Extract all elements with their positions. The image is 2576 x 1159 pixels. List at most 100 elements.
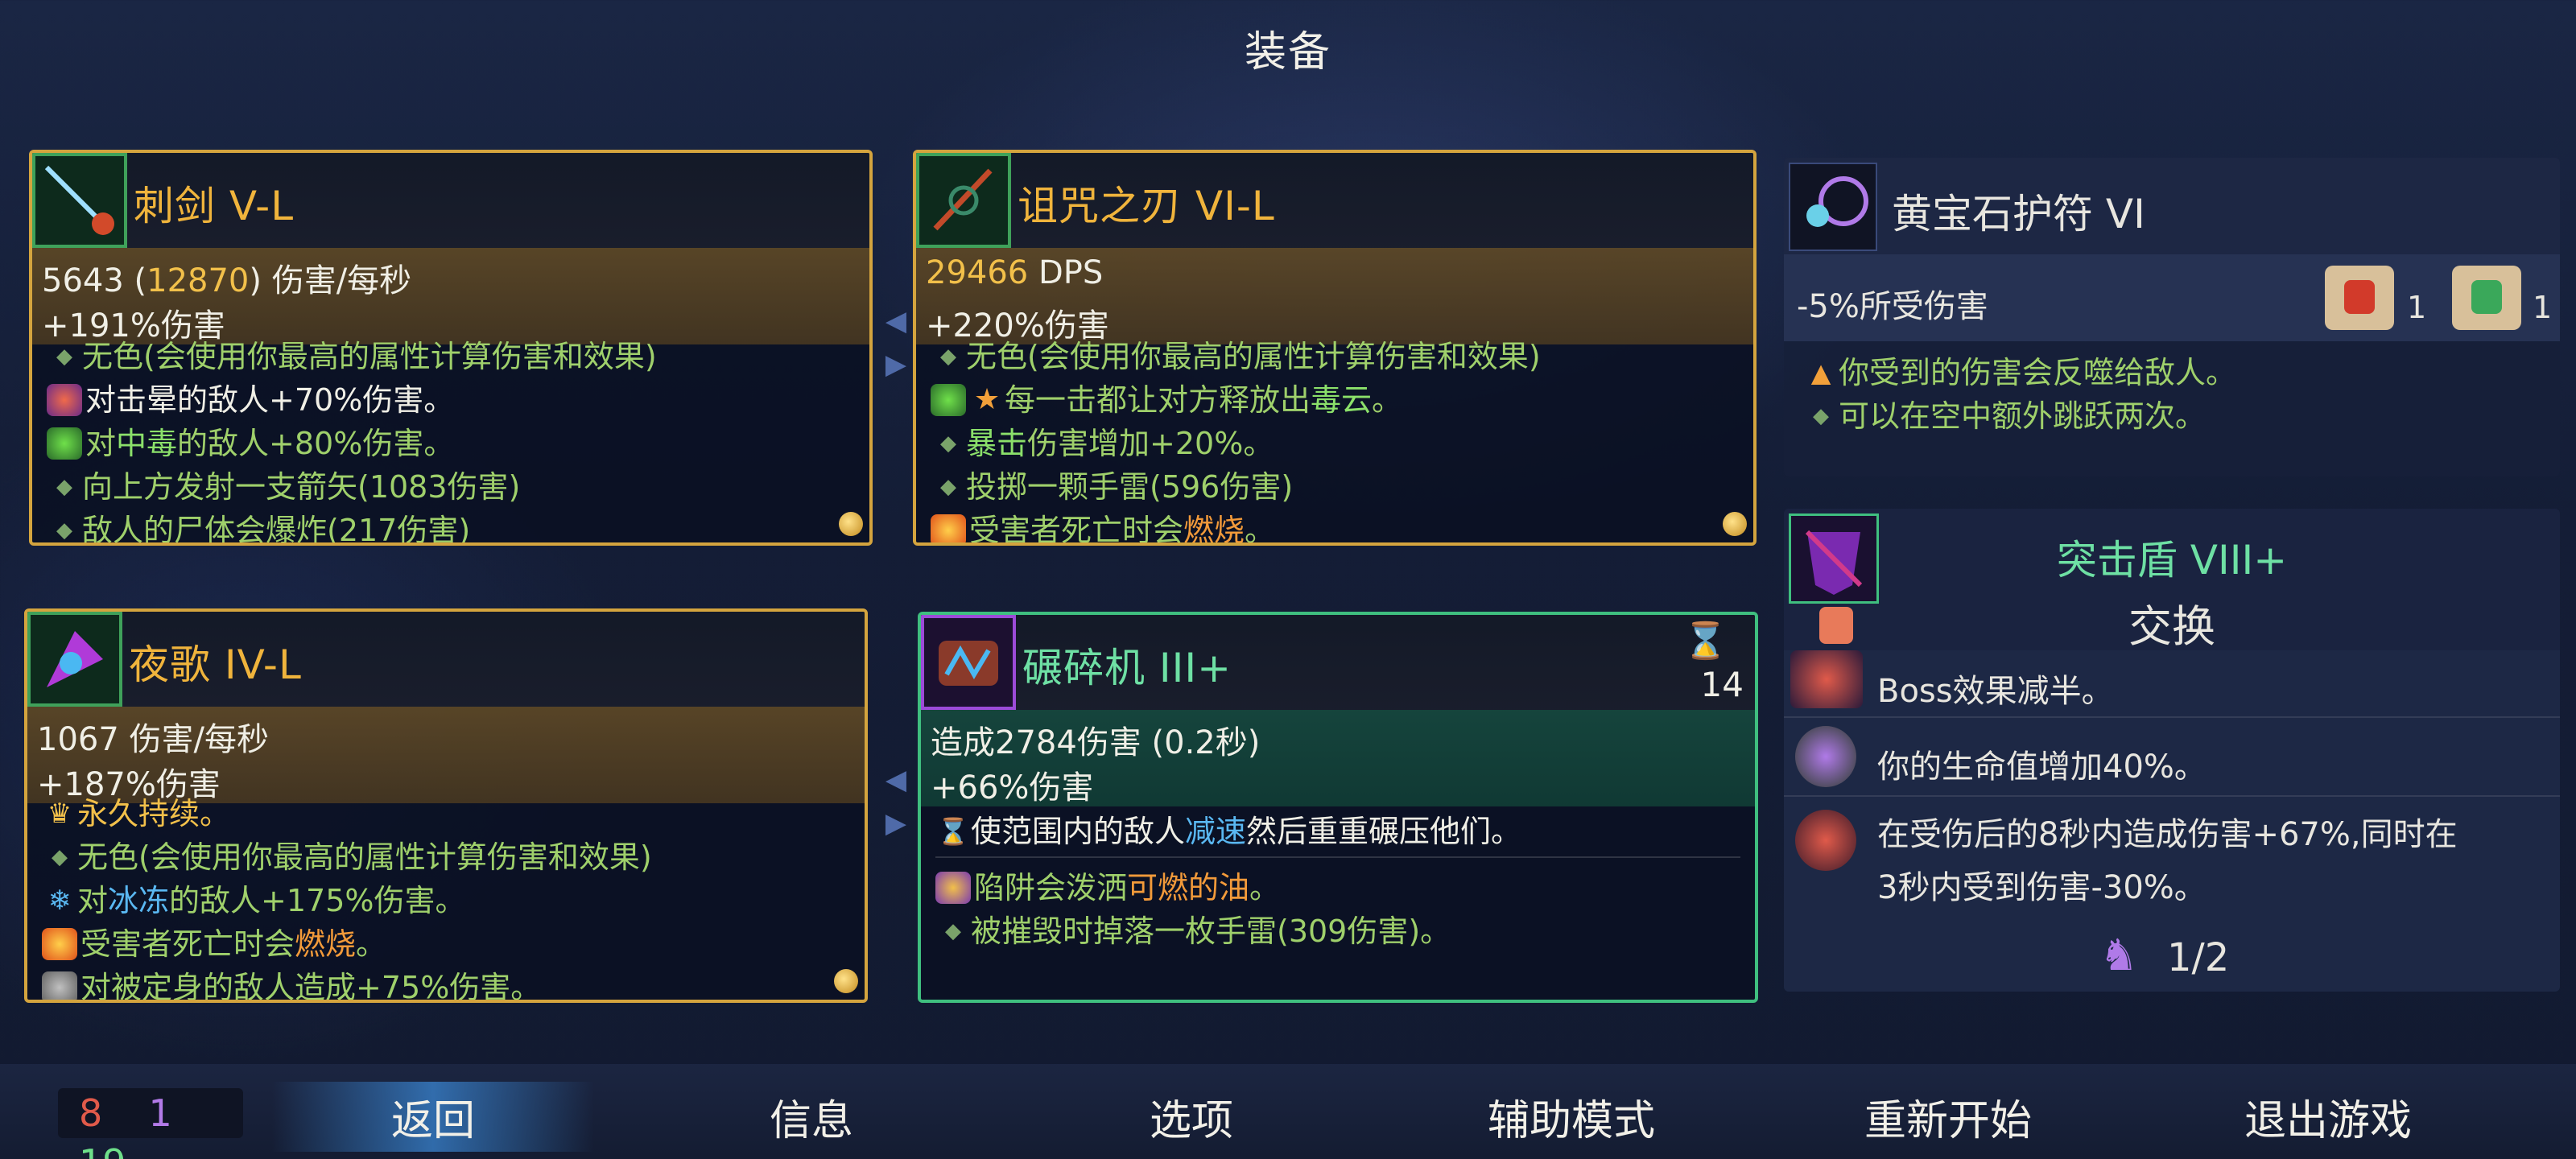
weapon-card-rapier[interactable]: 刺剑 V-L 5643 (12870) 伤害/每秒 +191%伤害 ◆ 无色(会使… — [29, 150, 873, 546]
brutality-count: 8 — [79, 1091, 103, 1135]
cooldown-value: 14 — [1700, 665, 1744, 704]
weapon-effect: 受害者死亡时会 燃烧。 — [931, 509, 1739, 542]
mutation-health-text: 你的生命值增加40%。 — [1877, 749, 2207, 786]
shield-name: 突击盾 VIII+ — [2056, 537, 2288, 584]
amulet-stat: -5%所受伤害 — [1797, 288, 1988, 325]
skill-name: 碾碎机 III+ — [1022, 645, 1232, 691]
bullet-icon: ◆ — [56, 344, 72, 369]
skill-effect: ⌛ 使范围内的敌人 减速 然后重重碾压他们。 — [935, 806, 1740, 858]
mutation-health-icon — [1795, 726, 1856, 787]
weapon-header: 夜歌 IV-L — [27, 612, 865, 707]
weapon-stats: 5643 (12870) 伤害/每秒 +191%伤害 — [32, 248, 869, 344]
mutation-rage-text: 在受伤后的8秒内造成伤害+67%,同时在 3秒内受到伤害-30%。 — [1877, 816, 2458, 906]
amulet-panel[interactable]: 黄宝石护符 VI -5%所受伤害 1 1 ▲ 你受到的伤害会反噬给敌人。 ◆ 可以在… — [1784, 158, 2560, 476]
menu-quit-button[interactable]: 退出游戏 — [2199, 1087, 2457, 1147]
bullet-icon: ◆ — [945, 919, 961, 943]
bullet-icon: ◆ — [52, 845, 68, 869]
mutation-rage-icon — [1795, 810, 1856, 871]
menu-info-button[interactable]: 信息 — [683, 1087, 940, 1147]
shield-swap-panel[interactable]: 突击盾 VIII+ 交换 Boss效果减半。 你的生命值增加40%。 在受伤后的… — [1784, 509, 2560, 992]
lock-icon — [42, 971, 77, 1000]
weapon-effect: ◆ 向上方发射一支箭矢(1083伤害) — [47, 465, 855, 509]
weapon-effect: 对中毒 的敌人+80%伤害。 — [47, 422, 855, 465]
weapon-card-cursed-sword[interactable]: 诅咒之刃 VI-L 29466 DPS +220%伤害 ◆ 无色(会使用你最高的属… — [913, 150, 1757, 546]
menu-options-button[interactable]: 选项 — [1063, 1087, 1320, 1147]
weapon-stats: 1067 伤害/每秒 +187%伤害 — [27, 707, 865, 803]
skill-effect: 陷阱会泼洒 可燃的油。 — [935, 866, 1740, 909]
mutation-boss-text: Boss效果减半。 — [1877, 673, 2114, 710]
bullet-icon: ◆ — [940, 344, 956, 369]
bullet-icon: ◆ — [56, 518, 72, 542]
hourglass-small-icon: ⌛ — [937, 816, 969, 847]
weapon-effect: ◆ 敌人的尸体会爆炸(217伤害) — [47, 509, 855, 542]
swap-arrow-left-icon: ◀ — [885, 305, 907, 337]
corner-gem-icon — [1723, 512, 1747, 536]
stun-icon — [47, 384, 82, 416]
weapon-name: 刺剑 V-L — [134, 183, 295, 229]
weapon-effect: 受害者死亡时会 燃烧。 — [42, 922, 850, 966]
weapon-name: 诅咒之刃 VI-L — [1018, 183, 1275, 229]
mutation-slots: 1/2 — [2167, 935, 2230, 980]
amulet-icon — [1789, 163, 1877, 251]
skill-card-crusher[interactable]: 碾碎机 III+ ⌛ 14 造成2784伤害 (0.2秒) +66%伤害 ⌛ 使范… — [918, 612, 1758, 1003]
bullet-icon: ◆ — [56, 475, 72, 499]
scroll-survival-count: 1 — [2533, 290, 2553, 325]
weapon-effect: ◆ 暴击 伤害增加+20%。 — [931, 422, 1739, 465]
poison-icon — [47, 427, 82, 460]
mutation-boss-icon — [1790, 650, 1863, 708]
weapon-name: 夜歌 IV-L — [129, 641, 302, 688]
scroll-survival-icon — [2452, 266, 2521, 330]
amulet-effect: ▲ 你受到的伤害会反噬给敌人。 — [1803, 351, 2236, 394]
mutation-slot-icon: ♞ — [2099, 930, 2139, 980]
freeze-icon: ❄ — [47, 885, 72, 917]
menu-back-button[interactable]: 返回 — [272, 1082, 594, 1152]
star-icon: ★ — [973, 383, 1001, 416]
corner-gem-icon — [839, 512, 863, 536]
nightsong-icon — [27, 612, 122, 707]
fire-icon — [42, 928, 77, 960]
scroll-stat-counters: 8 1 19 — [58, 1088, 243, 1159]
menu-assist-button[interactable]: 辅助模式 — [1443, 1087, 1700, 1147]
skill-effect: ◆ 被摧毁时掉落一枚手雷(309伤害)。 — [935, 909, 1740, 953]
weapon-stats: 29466 DPS +220%伤害 — [916, 248, 1753, 344]
bottom-menu-bar: 8 1 19 返回 信息 选项 辅助模式 重新开始 退出游戏 — [0, 1064, 2576, 1159]
amulet-effect: ◆ 可以在空中额外跳跃两次。 — [1803, 394, 2206, 438]
weapon-effect: 对击晕的敌人+70%伤害。 — [47, 378, 855, 422]
weapon-effect: ◆ 无色(会使用你最高的属性计算伤害和效果) — [42, 835, 850, 879]
skill-header: 碾碎机 III+ ⌛ 14 — [921, 615, 1755, 710]
fire-icon — [931, 514, 966, 542]
swap-arrow-left-icon: ◀ — [885, 764, 907, 796]
swap-arrow-right-icon: ▶ — [885, 349, 907, 381]
crusher-icon — [921, 615, 1016, 710]
tactics-count: 1 — [148, 1091, 172, 1135]
cursed-sword-icon — [916, 153, 1011, 248]
weapon-effect: ❄ 对冰冻 的敌人+175%伤害。 — [42, 879, 850, 922]
oil-icon — [935, 872, 971, 904]
weapon-effect: ◆ 无色(会使用你最高的属性计算伤害和效果) — [47, 335, 855, 378]
hourglass-icon: ⌛ — [1683, 621, 1728, 662]
up-arrow-icon: ▲ — [1810, 357, 1831, 388]
rapier-icon — [32, 153, 127, 248]
menu-restart-button[interactable]: 重新开始 — [1819, 1087, 2077, 1147]
weapon-effect: 对被定身的敌人造成+75%伤害。 — [42, 966, 850, 1000]
crown-icon: ♛ — [47, 798, 72, 830]
survival-count: 19 — [79, 1141, 126, 1159]
weapon-header: 诅咒之刃 VI-L — [916, 153, 1753, 248]
poison-icon — [931, 384, 966, 416]
corner-gem-icon — [834, 969, 858, 993]
weapon-effect: ♛ 永久持续。 — [42, 792, 850, 835]
weapon-effect: ◆ 投掷一颗手雷(596伤害) — [931, 465, 1739, 509]
swap-button[interactable]: 交换 — [1784, 591, 2560, 654]
scroll-brutality-count: 1 — [2407, 290, 2427, 325]
bullet-icon: ◆ — [940, 431, 956, 456]
weapon-effect: ◆ 无色(会使用你最高的属性计算伤害和效果) — [931, 335, 1739, 378]
bullet-icon: ◆ — [940, 475, 956, 499]
skill-card-nightsong[interactable]: 夜歌 IV-L 1067 伤害/每秒 +187%伤害 ♛ 永久持续。 ◆ 无色(会使… — [24, 608, 868, 1003]
bullet-icon: ◆ — [1813, 404, 1829, 428]
scroll-brutality-icon — [2325, 266, 2394, 330]
swap-arrow-right-icon: ▶ — [885, 807, 907, 839]
page-title: 装备 — [1244, 28, 1331, 76]
mutation-list: Boss效果减半。 你的生命值增加40%。 在受伤后的8秒内造成伤害+67%,同… — [1784, 650, 2560, 992]
weapon-header: 刺剑 V-L — [32, 153, 869, 248]
skill-stats: 造成2784伤害 (0.2秒) +66%伤害 — [921, 710, 1755, 806]
